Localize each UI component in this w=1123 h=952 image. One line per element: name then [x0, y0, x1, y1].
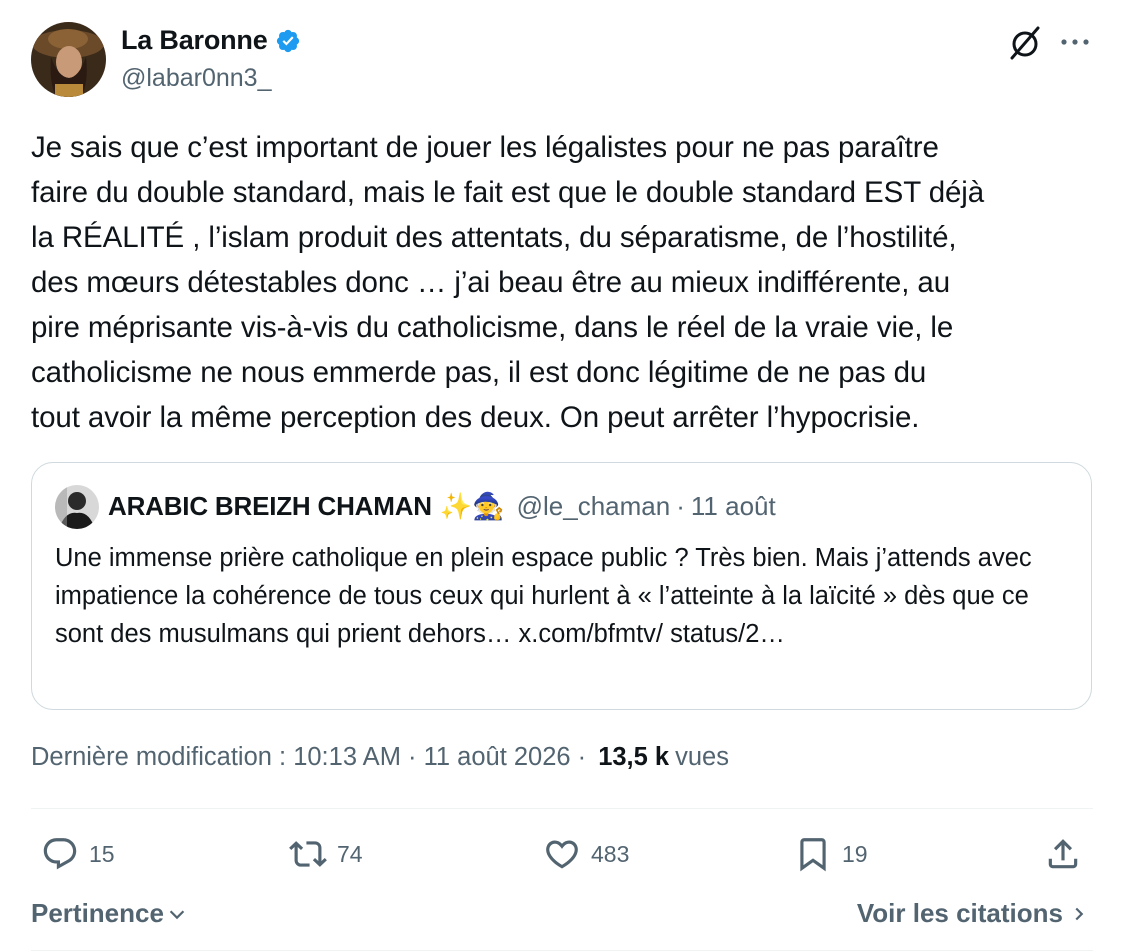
- reply-count: 15: [89, 840, 115, 867]
- sort-label: Pertinence: [31, 898, 164, 928]
- tweet-detail: La Baronne @labar0nn3_ Je sais que c’est…: [0, 0, 1123, 952]
- edited-timestamp[interactable]: Dernière modification : 10:13 AM · 11 ao…: [31, 743, 586, 772]
- reply-button[interactable]: 15: [41, 835, 115, 873]
- divider: [31, 808, 1093, 809]
- verified-badge-icon[interactable]: [275, 28, 301, 54]
- chevron-right-icon: [1075, 907, 1084, 920]
- bookmark-count: 19: [842, 840, 868, 867]
- repost-count: 74: [337, 840, 363, 867]
- tweet-text: Je sais que c’est important de jouer les…: [31, 131, 985, 434]
- reply-icon: [43, 838, 77, 870]
- grok-icon[interactable]: [1006, 24, 1044, 62]
- quoted-separator: ·: [676, 491, 685, 521]
- author-avatar[interactable]: [31, 22, 106, 97]
- repost-icon: [289, 841, 327, 867]
- sort-dropdown[interactable]: Pertinence: [31, 898, 188, 929]
- like-icon: [546, 840, 578, 869]
- chevron-down-icon: [169, 909, 185, 919]
- author-handle[interactable]: @labar0nn3_: [121, 64, 272, 93]
- views-count: 13,5 k: [598, 743, 670, 771]
- quoted-display-name: ARABIC BREIZH CHAMAN: [108, 491, 432, 521]
- view-quotes-label: Voir les citations: [856, 898, 1063, 928]
- share-icon: [1048, 839, 1078, 869]
- tweet-meta: Dernière modification : 10:13 AM · 11 ao…: [31, 743, 729, 772]
- quoted-header: ARABIC BREIZH CHAMAN ✨🧙 @le_chaman · 11 …: [108, 491, 776, 522]
- author-display-name[interactable]: La Baronne: [121, 25, 268, 56]
- quoted-date[interactable]: 11 août: [691, 491, 776, 522]
- repost-button[interactable]: 74: [289, 835, 363, 873]
- quoted-tweet-card[interactable]: ARABIC BREIZH CHAMAN ✨🧙 @le_chaman · 11 …: [31, 462, 1092, 710]
- divider-bottom: [31, 950, 1093, 951]
- view-quotes-link[interactable]: Voir les citations: [857, 898, 1089, 929]
- more-icon[interactable]: [1058, 28, 1092, 56]
- quoted-author-avatar[interactable]: [55, 485, 99, 529]
- quoted-name-emoji: ✨🧙: [439, 491, 505, 521]
- quoted-text: Une immense prière catholique en plein e…: [55, 544, 1032, 648]
- bookmark-button[interactable]: 19: [794, 835, 868, 873]
- like-button[interactable]: 483: [543, 835, 629, 873]
- views-label: vues: [675, 743, 729, 771]
- like-count: 483: [591, 840, 630, 867]
- share-button[interactable]: [1044, 835, 1082, 873]
- quoted-handle: @le_chaman: [516, 491, 671, 521]
- author-name-row: La Baronne: [121, 25, 301, 56]
- bookmark-icon: [800, 838, 826, 872]
